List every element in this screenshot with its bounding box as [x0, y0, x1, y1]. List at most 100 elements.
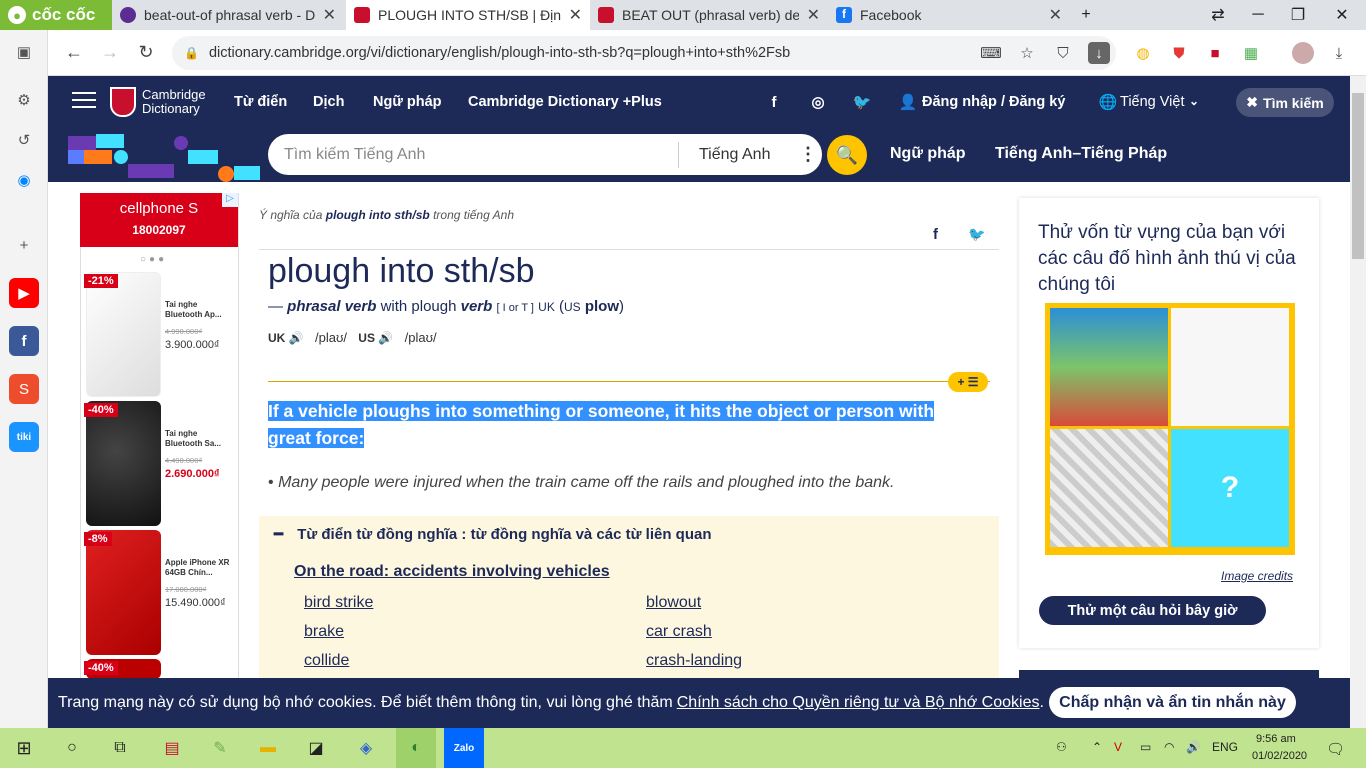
- translate-icon[interactable]: ⌨: [980, 42, 1002, 64]
- search-field[interactable]: Tìm kiếm Tiếng Anh Tiếng Anh ⋮: [268, 134, 822, 175]
- close-window-button[interactable]: ✕: [1322, 0, 1362, 30]
- unikey-icon[interactable]: V: [1114, 740, 1122, 754]
- people-icon[interactable]: ⚇: [1056, 740, 1067, 754]
- reload-button[interactable]: ↻: [132, 38, 160, 66]
- ad-product-4[interactable]: -40%: [80, 659, 239, 679]
- adchoices-icon[interactable]: ▷: [222, 193, 238, 207]
- uk-audio-icon[interactable]: 🔊: [289, 331, 304, 345]
- close-tab-icon[interactable]: ✕: [1049, 5, 1062, 25]
- login-link[interactable]: Đăng nhập / Đăng ký: [922, 94, 1065, 110]
- windows-start-icon[interactable]: ⊞: [8, 733, 40, 763]
- app-icon-3[interactable]: ◪: [300, 733, 332, 763]
- ad-product-2[interactable]: -40% Tai nghe Bluetooth Sa... 4.490.000₫…: [80, 401, 239, 529]
- nav-translate[interactable]: Dịch: [313, 94, 344, 110]
- search-circle-icon[interactable]: ○: [56, 733, 88, 763]
- ad-banner[interactable]: cellphone S 18002097: [80, 193, 238, 247]
- shopee-icon[interactable]: S: [9, 374, 39, 404]
- wifi-icon[interactable]: ◠: [1164, 740, 1174, 754]
- notifications-icon[interactable]: 🗨: [1326, 740, 1345, 758]
- instagram-icon[interactable]: ◎: [808, 92, 828, 112]
- tab-4[interactable]: f Facebook ✕: [828, 0, 1070, 30]
- ad-carousel-dots[interactable]: ○●●: [140, 254, 167, 265]
- sidebar-toggle-icon[interactable]: ▣: [9, 37, 39, 67]
- collapse-icon[interactable]: ━: [274, 526, 283, 543]
- extension-shield-icon[interactable]: ⛊: [1168, 42, 1190, 64]
- coccoc-taskbar-icon[interactable]: ◐: [396, 728, 436, 768]
- image-credits-link[interactable]: Image credits: [1221, 569, 1293, 583]
- tiki-icon[interactable]: tiki: [9, 422, 39, 452]
- volume-icon[interactable]: 🔊: [1186, 740, 1201, 754]
- close-tab-icon[interactable]: ✕: [323, 5, 336, 25]
- related-word[interactable]: bird strike: [304, 594, 373, 612]
- extension-grid-icon[interactable]: ▦: [1240, 42, 1262, 64]
- dishwasher-image[interactable]: [1050, 308, 1168, 426]
- app-icon-4[interactable]: ◈: [350, 733, 382, 763]
- close-tab-icon[interactable]: ✕: [807, 5, 820, 25]
- link-english-french[interactable]: Tiếng Anh–Tiếng Pháp: [995, 145, 1167, 163]
- chevron-down-icon[interactable]: ⌄: [1189, 94, 1199, 108]
- tab-1[interactable]: beat-out-of phrasal verb - De ✕: [112, 0, 344, 30]
- address-bar[interactable]: 🔒 dictionary.cambridge.org/vi/dictionary…: [172, 36, 1116, 70]
- download-page-icon[interactable]: ↓: [1088, 42, 1110, 64]
- cambridge-logo[interactable]: Cambridge Dictionary: [110, 84, 215, 120]
- ad-product-1[interactable]: -21% Tai nghe Bluetooth Ap... 4.990.000₫…: [80, 272, 239, 400]
- us-audio-icon[interactable]: 🔊: [378, 331, 393, 345]
- downloads-icon[interactable]: ⤓: [1328, 42, 1350, 64]
- tab-3[interactable]: BEAT OUT (phrasal verb) defin ✕: [590, 0, 828, 30]
- nav-grammar[interactable]: Ngữ pháp: [373, 94, 442, 110]
- dictionary-select[interactable]: Tiếng Anh: [679, 146, 799, 164]
- add-app-icon[interactable]: +: [9, 230, 39, 260]
- question-mark-icon[interactable]: ?: [1171, 429, 1289, 547]
- zalo-icon[interactable]: Zalo: [444, 728, 484, 768]
- task-view-icon[interactable]: ⧉: [104, 733, 136, 763]
- facebook-icon[interactable]: f: [764, 92, 784, 112]
- restore-tabs-icon[interactable]: ⇄: [1198, 0, 1238, 30]
- related-word[interactable]: blowout: [646, 594, 701, 612]
- messenger-icon[interactable]: ◉: [9, 165, 39, 195]
- try-quiz-button[interactable]: Thử một câu hỏi bây giờ: [1039, 596, 1266, 625]
- file-explorer-icon[interactable]: ▬: [252, 733, 284, 763]
- tab-2-active[interactable]: PLOUGH INTO STH/SB | Định ✕: [346, 0, 590, 30]
- facebook-app-icon[interactable]: f: [9, 326, 39, 356]
- quiz-image-grid[interactable]: ?: [1045, 303, 1295, 555]
- related-word[interactable]: brake: [304, 623, 344, 641]
- youtube-icon[interactable]: ▶: [9, 278, 39, 308]
- privacy-policy-link[interactable]: Chính sách cho Quyền riêng tư và Bộ nhớ …: [677, 694, 1040, 712]
- minimize-button[interactable]: ─: [1238, 0, 1278, 30]
- battery-icon[interactable]: ▭: [1140, 740, 1151, 754]
- link-grammar[interactable]: Ngữ pháp: [890, 145, 966, 163]
- extension-chrome-icon[interactable]: ◍: [1132, 42, 1154, 64]
- related-word[interactable]: crash-landing: [646, 652, 742, 670]
- browser-menu-button[interactable]: ● cốc cốc: [0, 0, 112, 30]
- back-button[interactable]: ←: [60, 38, 88, 66]
- search-icon[interactable]: 🔍: [827, 135, 867, 175]
- thesaurus-topic[interactable]: On the road: accidents involving vehicle…: [294, 563, 610, 581]
- app-icon-1[interactable]: ▤: [156, 733, 188, 763]
- related-word[interactable]: car crash: [646, 623, 712, 641]
- scrollbar-thumb[interactable]: [1352, 93, 1364, 259]
- app-icon-2[interactable]: ✎: [204, 733, 236, 763]
- twitter-icon[interactable]: 🐦: [852, 92, 872, 112]
- nav-dictionary[interactable]: Từ điển: [234, 94, 287, 110]
- forward-button[interactable]: →: [96, 38, 124, 66]
- profile-avatar[interactable]: [1292, 42, 1314, 64]
- search-input[interactable]: Tìm kiếm Tiếng Anh: [268, 146, 678, 164]
- bookmark-star-icon[interactable]: ☆: [1016, 42, 1038, 64]
- ad-product-3[interactable]: -8% Apple iPhone XR 64GB Chín... 17.000.…: [80, 530, 239, 658]
- more-options-icon[interactable]: ⋮: [799, 144, 817, 165]
- related-word[interactable]: collide: [304, 652, 349, 670]
- gear-icon[interactable]: ⚙: [9, 85, 39, 115]
- extension-red-icon[interactable]: ■: [1204, 42, 1226, 64]
- header-search-button[interactable]: ✖ Tìm kiếm: [1236, 88, 1334, 117]
- share-facebook-icon[interactable]: f: [933, 226, 938, 243]
- history-icon[interactable]: ↺: [9, 125, 39, 155]
- maximize-button[interactable]: ❐: [1278, 0, 1318, 30]
- clock-time[interactable]: 9:56 am: [1256, 733, 1296, 745]
- thesaurus-header[interactable]: ━ Từ điển từ đồng nghĩa : từ đồng nghĩa …: [274, 525, 711, 543]
- clock-date[interactable]: 01/02/2020: [1252, 750, 1307, 762]
- chevron-up-icon[interactable]: ⌃: [1092, 740, 1102, 754]
- new-tab-button[interactable]: +: [1066, 0, 1106, 30]
- share-twitter-icon[interactable]: 🐦: [968, 226, 985, 243]
- menu-icon[interactable]: [72, 92, 96, 110]
- peeler-image[interactable]: [1171, 308, 1289, 426]
